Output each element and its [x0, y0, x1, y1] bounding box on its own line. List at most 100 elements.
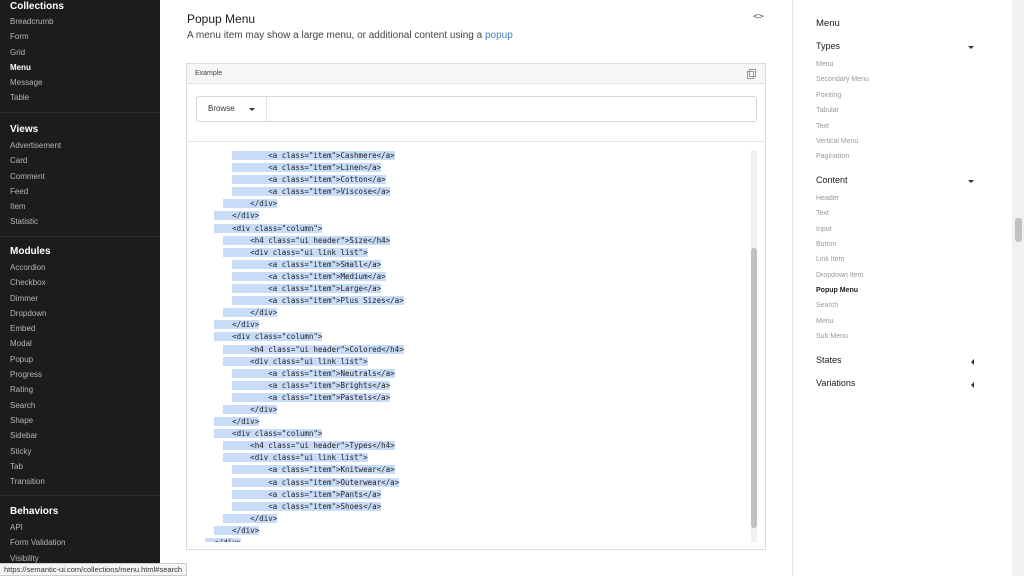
- right-nav-item[interactable]: Button: [816, 237, 996, 252]
- sidebar-item[interactable]: Statistic: [10, 214, 150, 229]
- right-nav-item[interactable]: Header: [816, 191, 996, 206]
- right-nav-item[interactable]: Pointing: [816, 88, 996, 103]
- code-line: </div>: [196, 404, 754, 416]
- copy-icon[interactable]: [747, 69, 756, 79]
- caret-down-icon: [968, 179, 974, 183]
- sidebar-section-title[interactable]: Behaviors: [10, 504, 150, 520]
- code-line-text: <a class="item">Small</a>: [232, 259, 382, 269]
- sidebar-section: Views Advertisement Card Comment Feed Item Sta…: [0, 122, 160, 237]
- right-nav-group-header[interactable]: Content: [816, 175, 996, 191]
- code-toggle-icon[interactable]: <>: [753, 12, 764, 22]
- code-line: </div>: [196, 513, 754, 525]
- sidebar-item[interactable]: Form: [10, 29, 150, 44]
- sidebar-section-title[interactable]: Views: [10, 122, 150, 138]
- description-text: A menu item may show a large menu, or ad…: [187, 30, 485, 41]
- sidebar-item[interactable]: Dimmer: [10, 291, 150, 306]
- sidebar-section: Modules Accordion Checkbox Dimmer Dropdown Em…: [0, 244, 160, 497]
- sidebar-item[interactable]: Tab: [10, 459, 150, 474]
- sidebar-section-title[interactable]: Collections: [10, 0, 150, 14]
- code-line: <div class="ui link list">: [196, 247, 754, 259]
- right-nav-item[interactable]: Search: [816, 298, 996, 313]
- right-nav-title: Menu: [816, 18, 840, 29]
- sidebar-item[interactable]: Comment: [10, 169, 150, 184]
- code-line: <a class="item">Small</a>: [196, 259, 754, 271]
- code-line: </div>: [196, 416, 754, 428]
- code-line-text: <div class="column">: [214, 223, 323, 233]
- code-line-text: <a class="item">Outerwear</a>: [232, 477, 400, 487]
- code-line: <a class="item">Cotton</a>: [196, 174, 754, 186]
- code-line-text: <div class="ui link list">: [223, 247, 368, 257]
- code-line-text: </div>: [214, 417, 260, 427]
- page-scrollbar[interactable]: [1012, 0, 1024, 576]
- right-nav-item[interactable]: Link Item: [816, 252, 996, 267]
- main-content: Popup Menu A menu item may show a large …: [160, 0, 792, 576]
- right-nav-group-header[interactable]: States: [816, 355, 996, 371]
- browse-dropdown-item[interactable]: Browse: [197, 97, 267, 121]
- right-nav-group-title: Variations: [816, 377, 856, 388]
- sidebar-item[interactable]: Search: [10, 398, 150, 413]
- right-nav-group-header[interactable]: Types: [816, 41, 996, 57]
- sidebar-item[interactable]: Modal: [10, 336, 150, 351]
- sidebar-item[interactable]: Form Validation: [10, 535, 150, 550]
- right-nav-item[interactable]: Menu: [816, 314, 996, 329]
- popup-link[interactable]: popup: [485, 30, 513, 41]
- sidebar-item[interactable]: Sticky: [10, 444, 150, 459]
- sidebar-item[interactable]: Table: [10, 90, 150, 105]
- code-line: </div>: [196, 198, 754, 210]
- right-nav-item[interactable]: Dropdown Item: [816, 268, 996, 283]
- sidebar-item[interactable]: Progress: [10, 367, 150, 382]
- right-nav-item[interactable]: Text: [816, 206, 996, 221]
- right-nav-group: Variations: [816, 378, 996, 394]
- sidebar-item[interactable]: Item: [10, 199, 150, 214]
- code-line: </div>: [196, 537, 754, 542]
- sidebar-item[interactable]: Menu: [10, 60, 150, 75]
- code-line: <a class="item">Medium</a>: [196, 271, 754, 283]
- sidebar-item[interactable]: Transition: [10, 474, 150, 489]
- code-line: <a class="item">Pants</a>: [196, 489, 754, 501]
- right-nav-group-title: Content: [816, 174, 848, 185]
- sidebar-item[interactable]: Sidebar: [10, 428, 150, 443]
- right-nav-item[interactable]: Vertical Menu: [816, 134, 996, 149]
- code-line: <h4 class="ui header">Types</h4>: [196, 440, 754, 452]
- sidebar-item[interactable]: Dropdown: [10, 306, 150, 321]
- sidebar-item[interactable]: Embed: [10, 321, 150, 336]
- right-nav-group: Content Header Text Input Button Link Item Dro…: [816, 175, 996, 345]
- code-line-text: </div>: [214, 525, 260, 535]
- code-line-text: <a class="item">Linen</a>: [232, 163, 382, 173]
- code-line: <div class="column">: [196, 223, 754, 235]
- code-lines[interactable]: <a class="item">Cashmere</a> <a class="i…: [196, 150, 754, 542]
- right-nav-group-title: States: [816, 354, 842, 365]
- right-nav-item[interactable]: Input: [816, 222, 996, 237]
- demo-menu: Browse: [196, 96, 757, 122]
- sidebar-item[interactable]: Shape: [10, 413, 150, 428]
- code-scroll-thumb[interactable]: [751, 248, 757, 528]
- code-line: </div>: [196, 210, 754, 222]
- sidebar-item[interactable]: Popup: [10, 352, 150, 367]
- right-nav-item[interactable]: Sub Menu: [816, 329, 996, 344]
- sidebar-item[interactable]: Advertisement: [10, 138, 150, 153]
- right-nav-item[interactable]: Tabular: [816, 103, 996, 118]
- sidebar-item[interactable]: Checkbox: [10, 275, 150, 290]
- page-scroll-thumb[interactable]: [1015, 218, 1022, 242]
- sidebar-item[interactable]: Breadcrumb: [10, 14, 150, 29]
- right-nav-item[interactable]: Secondary Menu: [816, 72, 996, 87]
- right-nav: Menu Types Menu Secondary Menu Pointing Tabu…: [792, 0, 1012, 576]
- code-line: <a class="item">Knitwear</a>: [196, 464, 754, 476]
- right-nav-group-header[interactable]: Variations: [816, 378, 996, 394]
- sidebar-item[interactable]: Accordion: [10, 260, 150, 275]
- sidebar-item[interactable]: Message: [10, 75, 150, 90]
- right-nav-item[interactable]: Pagination: [816, 149, 996, 164]
- code-scrollbar[interactable]: [751, 150, 757, 542]
- code-line-text: </div>: [205, 538, 242, 542]
- sidebar-item[interactable]: Rating: [10, 382, 150, 397]
- code-line-text: <div class="column">: [214, 429, 323, 439]
- right-nav-item[interactable]: Text: [816, 119, 996, 134]
- sidebar-item[interactable]: Feed: [10, 184, 150, 199]
- code-line: <div class="column">: [196, 428, 754, 440]
- sidebar-item[interactable]: Grid: [10, 45, 150, 60]
- sidebar-item[interactable]: Card: [10, 153, 150, 168]
- right-nav-item[interactable]: Popup Menu: [816, 283, 996, 298]
- sidebar-section-title[interactable]: Modules: [10, 244, 150, 260]
- sidebar-item[interactable]: API: [10, 520, 150, 535]
- right-nav-item[interactable]: Menu: [816, 57, 996, 72]
